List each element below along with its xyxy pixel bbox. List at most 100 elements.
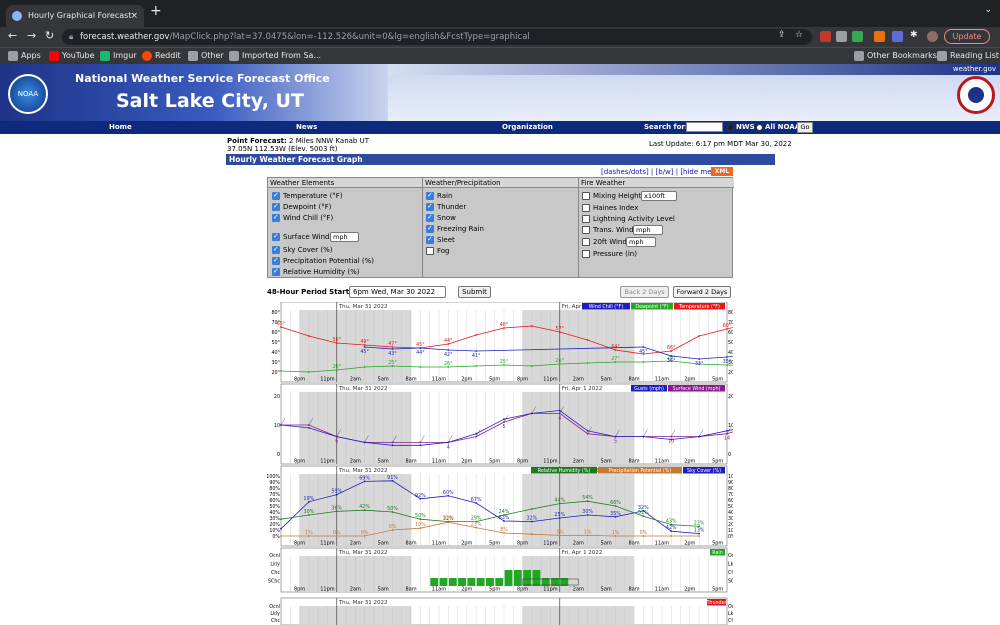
extension-icon[interactable] (852, 31, 863, 42)
reading-list[interactable]: Reading List (937, 50, 999, 62)
new-tab-button[interactable]: + (150, 3, 162, 19)
humidity-label: 54% (582, 495, 593, 501)
reload-icon[interactable]: ↻ (45, 29, 54, 42)
period-select[interactable]: 6pm Wed, Mar 30 2022 (349, 286, 446, 298)
checkbox-lightning[interactable]: Lightning Activity Level (582, 215, 675, 224)
precip-label: 13% (443, 516, 454, 522)
20ft-wind-unit-select[interactable]: mph (626, 237, 656, 247)
bookmark-other[interactable]: Other (188, 50, 224, 62)
dewpoint-point (475, 365, 478, 367)
windchill-label: 45° (360, 349, 369, 355)
back-arrow-icon[interactable]: ← (8, 29, 17, 42)
y-tick-label: 100% (728, 474, 733, 480)
checkbox-rain[interactable]: Rain (426, 191, 452, 201)
avatar[interactable] (927, 31, 938, 42)
nav-news[interactable]: News (296, 123, 317, 131)
checkbox-surface-wind[interactable]: Surface Wind (272, 232, 329, 242)
forward-arrow-icon[interactable]: → (27, 29, 36, 42)
rain-bar (476, 578, 485, 586)
dewpoint-point (280, 370, 282, 372)
checkbox-sleet[interactable]: Sleet (426, 235, 455, 245)
menu-weather-precip: Weather/Precipitation Rain Thunder Snow … (423, 178, 579, 277)
bookmark-youtube[interactable]: YouTube (49, 50, 95, 62)
back-2-days-button[interactable]: Back 2 Days (620, 286, 669, 298)
radio-nws[interactable] (727, 124, 734, 131)
gusts-point (307, 427, 310, 429)
bookmark-imported[interactable]: Imported From Sa... (229, 50, 321, 62)
forward-2-days-button[interactable]: Forward 2 Days (673, 286, 731, 298)
time-tick: 2am (350, 459, 361, 465)
extension-icon[interactable] (820, 31, 831, 42)
radio-all-noaa[interactable] (756, 124, 763, 131)
checkbox-wind-chill[interactable]: Wind Chill (°F) (272, 213, 333, 223)
temperature-label: 65° (277, 321, 286, 327)
favicon-icon (12, 11, 22, 21)
checkbox-snow[interactable]: Snow (426, 213, 456, 223)
checkbox-thunder[interactable]: Thunder (426, 202, 466, 212)
folder-icon (229, 51, 239, 61)
extension-icon[interactable] (874, 31, 885, 42)
checkbox-mixing-height[interactable]: Mixing Height (582, 192, 641, 201)
y-tick-label: SChc (268, 579, 280, 585)
tab-close-icon[interactable]: × (130, 5, 138, 27)
legend-label: Thunder (705, 600, 726, 606)
checkbox-pressure[interactable]: Pressure (in) (582, 250, 637, 259)
windchill-label: 44° (416, 350, 425, 356)
noaa-logo[interactable]: NOAA (8, 74, 48, 114)
y-tick-label: 10 (728, 423, 733, 429)
checkbox-sky-cover[interactable]: Sky Cover (%) (272, 245, 332, 255)
weather-gov-link[interactable]: weather.gov (953, 65, 996, 73)
other-bookmarks[interactable]: Other Bookmarks (854, 50, 937, 62)
trans-wind-unit-select[interactable]: mph (633, 225, 663, 235)
extension-icon[interactable] (836, 31, 847, 42)
legend-label: Relative Humidity (%) (538, 468, 591, 474)
checkbox-freezing-rain[interactable]: Freezing Rain (426, 224, 484, 234)
checkbox-20ft-wind[interactable]: 20ft Wind (582, 238, 627, 247)
bookmark-imgur[interactable]: Imgur (100, 50, 137, 62)
surface-wind-unit-select[interactable]: mph (330, 232, 359, 242)
bookmark-apps[interactable]: Apps (8, 50, 41, 62)
address-bar[interactable]: 🔒︎ forecast.weather.gov/MapClick.php?lat… (62, 29, 812, 45)
wind-label: 5 (614, 439, 617, 445)
day-label: Thu, Mar 31 2022 (338, 600, 388, 606)
y-tick-label: 0% (272, 534, 280, 540)
share-icon[interactable]: ⇪ (778, 30, 786, 40)
checkbox-fog[interactable]: Fog (426, 247, 450, 256)
last-update: Last Update: 6:17 pm MDT Mar 30, 2022 (649, 140, 792, 148)
mixing-height-unit-select[interactable]: x100ft (641, 191, 677, 201)
checkbox-dewpoint[interactable]: Dewpoint (°F) (272, 202, 332, 212)
gusts-point (419, 444, 422, 447)
sky-cover-label: 91% (387, 475, 398, 481)
windchill-point (475, 350, 478, 352)
tab-search-icon[interactable]: ⌄ (984, 5, 992, 15)
y-tick-label: 20° (728, 370, 733, 376)
y-tick-label: 80% (728, 486, 733, 492)
checkbox-haines-index[interactable]: Haines Index (582, 204, 638, 213)
nav-home[interactable]: Home (109, 123, 132, 131)
xml-button[interactable]: XML (711, 167, 733, 176)
browser-tab[interactable]: Hourly Graphical Forecast for × (6, 5, 144, 42)
checkbox-temperature[interactable]: Temperature (°F) (272, 191, 343, 201)
temperature-label: 57° (555, 326, 564, 332)
y-tick-label: Ocnl (728, 553, 733, 559)
checkbox-trans-wind[interactable]: Trans. Wind (582, 226, 634, 235)
extension-icon[interactable] (892, 31, 903, 42)
search-input[interactable] (686, 122, 723, 132)
update-button[interactable]: Update (944, 29, 990, 44)
go-button[interactable]: Go (797, 122, 813, 133)
nws-logo[interactable] (957, 76, 995, 114)
bookmark-star-icon[interactable]: ☆ (795, 30, 803, 40)
submit-button[interactable]: Submit (458, 286, 491, 298)
display-links[interactable]: [dashes/dots] | [b/w] | [hide menu] (601, 168, 723, 176)
checkbox-relative-humidity[interactable]: Relative Humidity (%) (272, 267, 360, 277)
temperature-label: 64° (611, 344, 620, 350)
wind-point (503, 421, 505, 423)
windchill-label: 41° (472, 353, 481, 359)
puzzle-icon[interactable]: ✱ (910, 30, 918, 40)
time-tick: 5am (378, 459, 389, 465)
nav-organization[interactable]: Organization (502, 123, 553, 131)
bookmark-reddit[interactable]: Reddit (142, 50, 181, 62)
checkbox-precip-potential[interactable]: Precipitation Potential (%) (272, 256, 374, 266)
time-tick: 8pm (517, 377, 528, 383)
rain-bar (448, 578, 457, 586)
